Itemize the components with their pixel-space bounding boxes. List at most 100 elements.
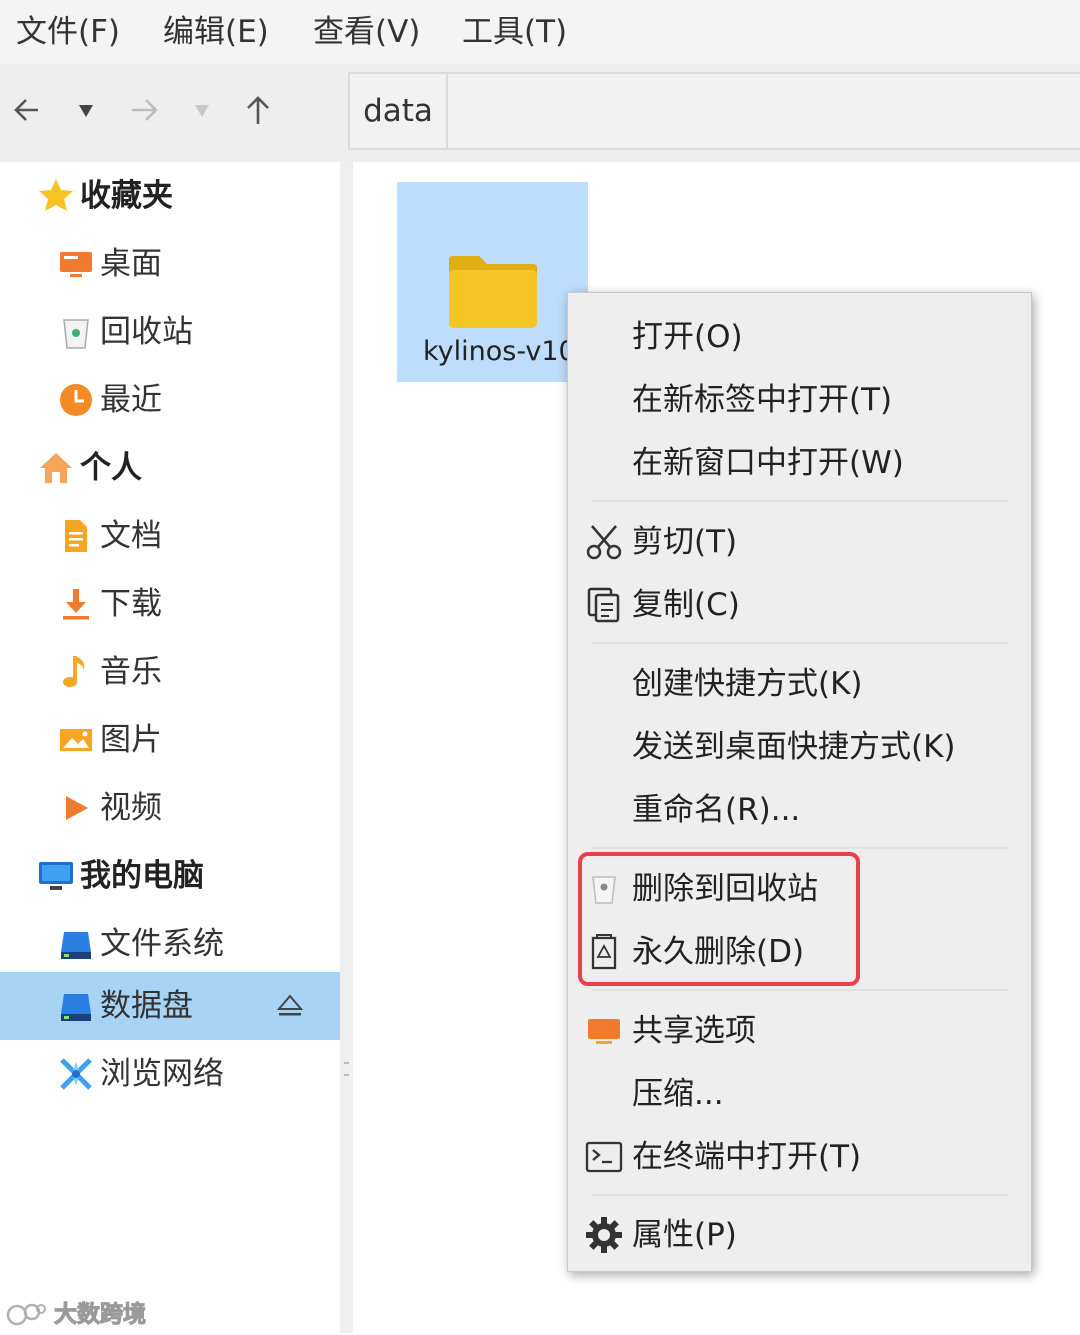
arrow-left-icon (14, 99, 38, 121)
menu-separator (592, 847, 1008, 849)
breadcrumb-data[interactable]: data (350, 74, 448, 148)
star-icon (39, 179, 73, 211)
sidebar-section-label: 我的电脑 (80, 858, 204, 894)
menu-bar: 文件(F) 编辑(E) 查看(V) 工具(T) (0, 0, 1080, 64)
highlight-annotation (578, 852, 860, 986)
drive-icon (61, 932, 91, 959)
menu-item-label: 在新标签中打开(T) (632, 382, 893, 418)
menu-item-label: 在新窗口中打开(W) (632, 445, 904, 481)
back-button[interactable] (8, 90, 48, 130)
file-item[interactable]: kylinos-v10 (397, 182, 588, 382)
menu-separator (592, 500, 1008, 502)
sidebar-item-label: 音乐 (100, 654, 162, 690)
menu-item-open[interactable]: 打开(O) (568, 307, 1031, 367)
document-icon (65, 520, 87, 552)
sidebar-section-label: 个人 (80, 450, 142, 486)
sidebar-item-data-disk[interactable]: 数据盘 (0, 972, 340, 1040)
menu-item-rename[interactable]: 重命名(R)... (568, 780, 1031, 840)
menu-item-open-new-window[interactable]: 在新窗口中打开(W) (568, 433, 1031, 493)
menu-item-properties[interactable]: 属性(P) (568, 1205, 1031, 1265)
location-bar[interactable]: data (348, 72, 1080, 150)
splitter-grip[interactable] (344, 1062, 349, 1076)
music-icon (63, 656, 85, 687)
sidebar-item-downloads[interactable]: 下载 (0, 570, 340, 638)
sidebar-section-computer[interactable]: 我的电脑 (0, 842, 340, 910)
sidebar-item-label: 视频 (100, 790, 162, 826)
sidebar-item-label: 图片 (100, 722, 162, 758)
clock-icon (60, 384, 92, 416)
sidebar-item-label: 浏览网络 (100, 1056, 224, 1092)
menu-item-share[interactable]: 共享选项 (568, 1001, 1031, 1061)
sidebar-item-videos[interactable]: 视频 (0, 774, 340, 842)
sidebar-item-trash[interactable]: 回收站 (0, 298, 340, 366)
computer-icon (39, 862, 73, 890)
home-icon (40, 453, 72, 483)
sidebar-item-network[interactable]: 浏览网络 (0, 1040, 340, 1108)
eject-icon[interactable] (276, 992, 304, 1020)
arrow-up-icon (247, 96, 269, 124)
menu-item-compress[interactable]: 压缩... (568, 1064, 1031, 1124)
menu-tools[interactable]: 工具(T) (462, 12, 567, 52)
copy-icon (587, 587, 620, 623)
folder-icon (449, 256, 537, 328)
sidebar-item-label: 文档 (100, 518, 162, 554)
menu-edit[interactable]: 编辑(E) (163, 12, 269, 52)
arrow-right-icon (132, 99, 158, 121)
sidebar-item-recent[interactable]: 最近 (0, 366, 340, 434)
sidebar-item-label: 文件系统 (100, 926, 224, 962)
menu-item-label: 剪切(T) (632, 524, 738, 560)
forward-history-button[interactable] (182, 90, 222, 130)
share-icon (588, 1019, 620, 1044)
gear-icon (586, 1217, 622, 1253)
sidebar-item-pictures[interactable]: 图片 (0, 706, 340, 774)
menu-item-label: 在终端中打开(T) (632, 1139, 862, 1175)
sidebar-item-label: 下载 (100, 586, 162, 622)
sidebar-item-label: 最近 (100, 382, 162, 418)
toolbar: data (0, 64, 1080, 162)
menu-item-label: 发送到桌面快捷方式(K) (632, 729, 956, 765)
video-icon (66, 796, 88, 820)
desktop-icon (60, 252, 92, 277)
context-menu: 打开(O) 在新标签中打开(T) 在新窗口中打开(W) 剪切(T) 复制(C) … (567, 292, 1032, 1272)
menu-separator (592, 989, 1008, 991)
menu-item-copy[interactable]: 复制(C) (568, 575, 1031, 635)
sidebar-section-favorites[interactable]: 收藏夹 (0, 162, 340, 230)
menu-separator (592, 642, 1008, 644)
sidebar-item-label: 回收站 (100, 314, 193, 350)
sidebar-item-documents[interactable]: 文档 (0, 502, 340, 570)
sidebar-item-label: 桌面 (100, 246, 162, 282)
forward-button[interactable] (124, 90, 164, 130)
trash-icon (63, 319, 89, 349)
drive-icon (61, 994, 91, 1021)
sidebar-section-personal[interactable]: 个人 (0, 434, 340, 502)
menu-item-label: 复制(C) (632, 587, 740, 623)
menu-separator (592, 1194, 1008, 1196)
picture-icon (60, 729, 92, 751)
sidebar: 收藏夹 桌面 回收站 最近 个人 文档 下载 音乐 图片 视频 我的电脑 文件系… (0, 162, 340, 1333)
menu-item-open-new-tab[interactable]: 在新标签中打开(T) (568, 370, 1031, 430)
network-icon (60, 1058, 92, 1090)
menu-view[interactable]: 查看(V) (313, 12, 420, 52)
menu-item-open-terminal[interactable]: 在终端中打开(T) (568, 1127, 1031, 1187)
caret-down-icon (195, 105, 209, 117)
sidebar-item-desktop[interactable]: 桌面 (0, 230, 340, 298)
menu-item-label: 压缩... (632, 1076, 724, 1112)
watermark-text: 大数跨境 (54, 1301, 147, 1328)
caret-down-icon (79, 105, 93, 117)
menu-item-cut[interactable]: 剪切(T) (568, 512, 1031, 572)
terminal-icon (585, 1141, 623, 1173)
sidebar-item-music[interactable]: 音乐 (0, 638, 340, 706)
menu-item-send-to-desktop[interactable]: 发送到桌面快捷方式(K) (568, 717, 1031, 777)
menu-item-create-shortcut[interactable]: 创建快捷方式(K) (568, 654, 1031, 714)
menu-item-label: 创建快捷方式(K) (632, 666, 863, 702)
sidebar-item-filesystem[interactable]: 文件系统 (0, 910, 340, 978)
up-button[interactable] (238, 90, 278, 130)
menu-item-label: 属性(P) (632, 1217, 737, 1253)
menu-item-label: 重命名(R)... (632, 792, 801, 828)
menu-file[interactable]: 文件(F) (16, 12, 120, 52)
sidebar-splitter[interactable] (340, 162, 353, 1333)
menu-item-label: 打开(O) (632, 319, 743, 355)
scissors-icon (586, 525, 622, 560)
menu-item-label: 共享选项 (632, 1013, 756, 1049)
back-history-button[interactable] (66, 90, 106, 130)
